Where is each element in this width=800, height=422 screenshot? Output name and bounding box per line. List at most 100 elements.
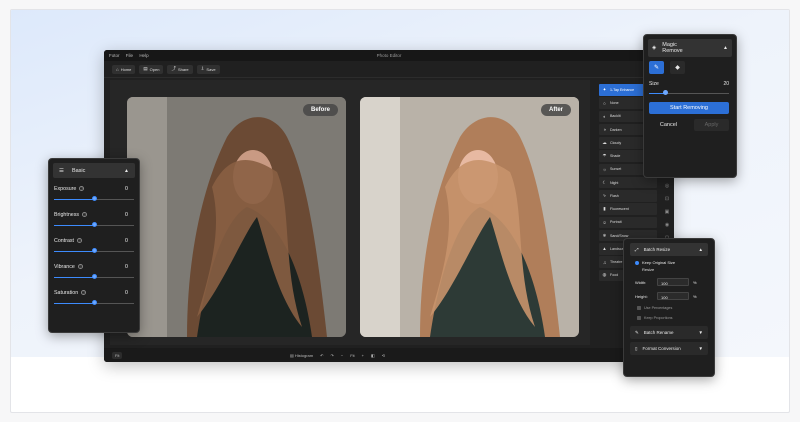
magic-panel-header[interactable]: ◈ Magic Remove ▲ xyxy=(648,39,732,57)
resize-option[interactable]: Resize xyxy=(642,267,714,272)
slider-label-row: Vibrance? 0 xyxy=(54,262,134,271)
eraser-tool-icon: ◆ xyxy=(675,65,680,71)
slider-track[interactable] xyxy=(54,196,134,202)
slider-handle[interactable] xyxy=(91,300,97,305)
undo-icon[interactable]: ↶ xyxy=(320,353,323,358)
home-button[interactable]: ⌂ Home xyxy=(112,64,136,74)
flash-icon: ϟ xyxy=(603,193,606,199)
zoom-preset-select[interactable]: Fit xyxy=(112,351,123,359)
slider-track[interactable] xyxy=(54,222,134,228)
slider-track[interactable] xyxy=(54,300,134,306)
apply-button[interactable]: Apply xyxy=(693,119,729,131)
rename-icon: ✎ xyxy=(635,329,639,335)
filter-label: Sunset xyxy=(610,167,622,172)
magic-action-row: Cancel Apply xyxy=(649,119,729,131)
filter-label: Portrait xyxy=(610,220,622,225)
slider-handle[interactable] xyxy=(91,222,97,227)
chevron-down-icon: ▼ xyxy=(698,330,703,335)
slider-track[interactable] xyxy=(54,274,134,280)
width-input[interactable]: 100 xyxy=(657,278,689,286)
help-icon[interactable]: ? xyxy=(77,238,83,243)
compare-icon[interactable]: ◧ xyxy=(371,353,375,358)
sunset-icon: ☼ xyxy=(602,166,607,172)
zoom-out-icon[interactable]: − xyxy=(341,353,343,358)
keep-proportions-checkbox[interactable]: Keep Proportions xyxy=(637,316,714,320)
use-percentages-checkbox[interactable]: Use Percentages xyxy=(637,306,714,310)
filter-label: Cloudy xyxy=(610,140,622,145)
slider-label: Exposure xyxy=(54,185,77,192)
help-icon[interactable]: ? xyxy=(79,186,85,191)
landscape-icon: ▲ xyxy=(602,246,607,252)
home-icon: ⌂ xyxy=(116,66,119,72)
checkbox-box xyxy=(637,316,641,320)
layers-icon[interactable]: ▣ xyxy=(665,209,670,215)
help-icon[interactable]: ? xyxy=(81,290,87,295)
size-slider[interactable] xyxy=(649,90,729,96)
checkbox-box xyxy=(637,306,641,310)
eraser-tool-button[interactable]: ◆ xyxy=(670,61,685,74)
effects-icon[interactable]: ◉ xyxy=(665,222,669,228)
slider-handle[interactable] xyxy=(91,196,97,201)
filter-label: Fluorescent xyxy=(610,207,629,211)
magic-remove-panel: ◈ Magic Remove ▲ ✎ ◆ Size 20 Start Remov… xyxy=(643,34,737,178)
cancel-button[interactable]: Cancel xyxy=(649,119,688,131)
keep-original-label: Keep Original Size xyxy=(642,260,676,265)
magic-title-line2: Remove xyxy=(662,48,683,54)
filter-label: Food xyxy=(610,273,619,278)
crop-icon[interactable]: ⊡ xyxy=(665,196,669,202)
slider-label: Saturation xyxy=(54,289,79,296)
toolbar: ⌂ Home ▤ Open ⤴ Share ⇩ Save xyxy=(104,61,674,78)
width-unit: % xyxy=(693,279,697,285)
share-button[interactable]: ⤴ Share xyxy=(167,64,193,74)
slider-value: 0 xyxy=(125,263,128,270)
height-input[interactable]: 100 xyxy=(657,292,689,300)
filter-item-9[interactable]: ▮ Fluorescent xyxy=(599,203,657,215)
filter-item-10[interactable]: ☺ Portrait xyxy=(599,216,657,228)
adjust-icon[interactable]: ◎ xyxy=(665,183,669,189)
help-icon[interactable]: ? xyxy=(82,212,88,217)
zoom-in-icon[interactable]: + xyxy=(362,353,364,358)
after-portrait-image xyxy=(360,97,579,337)
start-removing-button[interactable]: Start Removing xyxy=(649,102,729,114)
snow-icon: ❄ xyxy=(602,232,607,238)
keep-original-option[interactable]: Keep Original Size xyxy=(635,260,714,265)
width-row: Width: 100 % xyxy=(635,278,714,286)
darken-icon: ◑ xyxy=(603,127,606,132)
size-slider-handle[interactable] xyxy=(662,90,668,95)
size-value: 20 xyxy=(723,81,729,87)
theatre-icon: ♫ xyxy=(602,259,607,265)
side-icon-strip: ◎ ⊡ ▣ ◉ ▢ xyxy=(663,183,671,241)
circle-icon: ○ xyxy=(603,100,606,106)
format-icon: ▯ xyxy=(635,345,638,351)
histogram-toggle[interactable]: ▤ Histogram xyxy=(290,353,313,358)
slider-handle[interactable] xyxy=(91,248,97,253)
open-icon: ▤ xyxy=(143,66,148,71)
batch-rename-label: Batch Rename xyxy=(643,330,674,335)
title-bar: Fotor File Help Photo Editor xyxy=(104,50,674,61)
filter-item-8[interactable]: ϟ Flash xyxy=(599,190,657,202)
slider-fill xyxy=(54,276,94,278)
basic-panel-header[interactable]: ☰ Basic ▲ xyxy=(53,163,135,178)
slider-handle[interactable] xyxy=(91,274,97,279)
chevron-down-icon: ▼ xyxy=(698,346,703,351)
filter-label: 1-Tap Enhance xyxy=(610,87,635,92)
batch-resize-header[interactable]: ⤢ Batch Resize ▲ xyxy=(630,243,708,256)
brush-tool-button[interactable]: ✎ xyxy=(649,61,664,74)
save-button[interactable]: ⇩ Save xyxy=(196,64,220,74)
app-window: Fotor File Help Photo Editor ⌂ Home ▤ Op… xyxy=(104,50,674,362)
open-button[interactable]: ▤ Open xyxy=(139,64,164,74)
slider-row-contrast: Contrast? 0 xyxy=(49,236,139,254)
slider-row-exposure: Exposure? 0 xyxy=(49,184,139,202)
batch-rename-section[interactable]: ✎ Batch Rename ▼ xyxy=(630,326,708,339)
redo-icon[interactable]: ↷ xyxy=(330,353,333,358)
format-conversion-section[interactable]: ▯ Format Conversion ▼ xyxy=(630,342,708,355)
width-label: Width: xyxy=(635,279,647,285)
slider-row-brightness: Brightness? 0 xyxy=(49,210,139,228)
slider-label: Contrast xyxy=(54,237,75,244)
help-icon[interactable]: ? xyxy=(77,264,83,269)
radio-selected xyxy=(635,260,639,265)
save-label: Save xyxy=(206,66,216,72)
filter-item-7[interactable]: ☾ Night xyxy=(599,176,657,189)
reset-icon[interactable]: ⟲ xyxy=(382,353,385,358)
slider-track[interactable] xyxy=(54,248,134,254)
